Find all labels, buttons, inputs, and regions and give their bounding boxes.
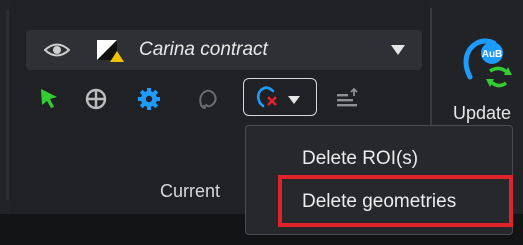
left-edge-bar	[6, 10, 9, 200]
union-update-icon[interactable]: AuB	[460, 35, 516, 97]
highlight-box	[278, 175, 513, 227]
svg-text:AuB: AuB	[482, 49, 503, 60]
delete-roi-icon	[254, 85, 280, 109]
update-label: Update	[453, 103, 512, 123]
structure-selector[interactable]: Carina contract	[26, 30, 422, 70]
chevron-down-icon[interactable]	[391, 43, 405, 55]
structure-name: Carina contract	[139, 39, 268, 60]
delete-options-button[interactable]	[243, 78, 317, 116]
crosshair-icon[interactable]	[82, 85, 110, 113]
menu-item-delete-rois[interactable]: Delete ROI(s)	[302, 148, 418, 170]
pointer-icon[interactable]	[36, 85, 64, 113]
contrast-icon	[96, 39, 126, 63]
chevron-down-icon	[288, 92, 300, 104]
sort-icon[interactable]	[333, 85, 361, 113]
toolbar-group-label: Current	[160, 181, 221, 201]
settings-icon[interactable]	[135, 85, 163, 113]
eye-icon[interactable]	[43, 39, 71, 61]
lasso-icon[interactable]	[194, 85, 222, 113]
